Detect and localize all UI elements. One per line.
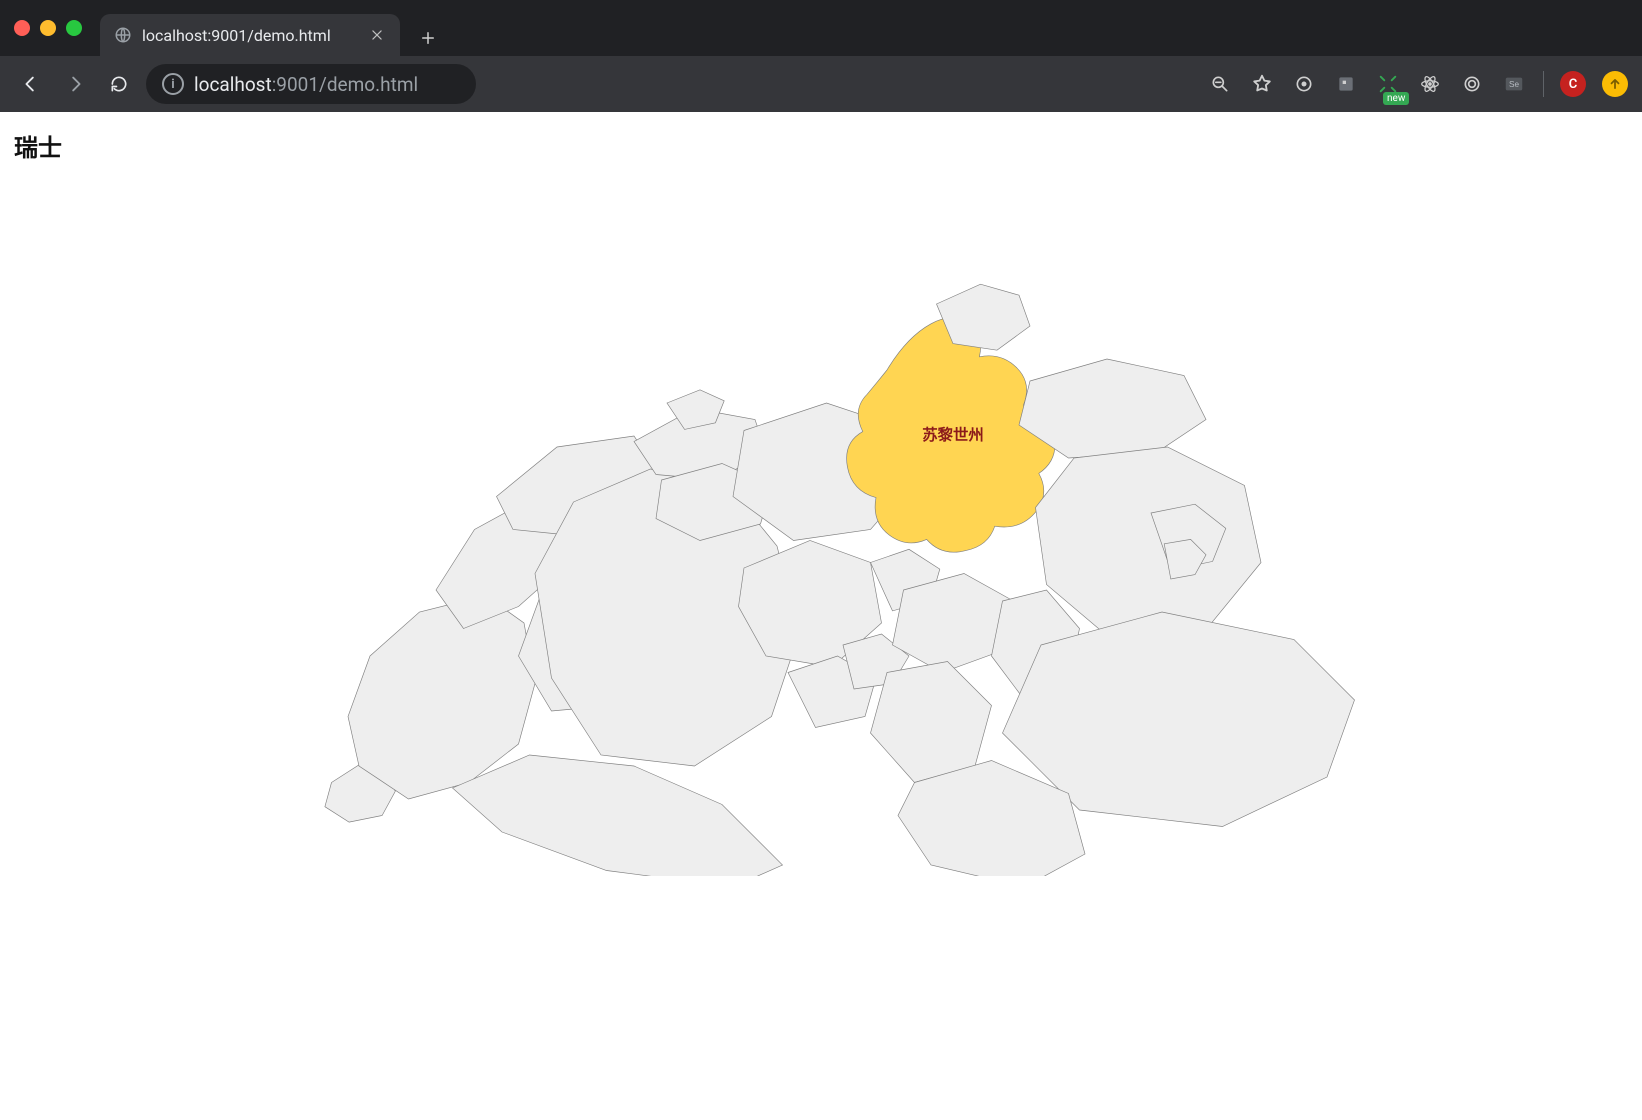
url-host: localhost [194,73,272,96]
window-maximize-button[interactable] [66,20,82,36]
extension-circle-icon[interactable] [1291,71,1317,97]
highlighted-canton-label: 苏黎世州 [922,425,984,444]
extension-target-icon[interactable] [1459,71,1485,97]
site-info-icon[interactable]: i [162,73,184,95]
canton-stgallen[interactable] [1036,447,1262,645]
nav-reload-button[interactable] [102,67,136,101]
url-path: :9001/demo.html [272,73,418,96]
globe-icon [114,26,132,44]
browser-chrome: localhost:9001/demo.html i localhost:900… [0,0,1642,112]
bookmark-star-icon[interactable] [1249,71,1275,97]
window-close-button[interactable] [14,20,30,36]
switzerland-map[interactable]: 苏黎世州 [271,172,1371,876]
window-minimize-button[interactable] [40,20,56,36]
new-tab-button[interactable] [410,20,446,56]
profile-avatar-letter: C [1569,77,1578,92]
window-controls [14,0,100,56]
address-bar[interactable]: i localhost:9001/demo.html [146,64,476,104]
map-container: 苏黎世州 [0,112,1642,1120]
extension-dev-icon[interactable]: new [1375,71,1401,97]
canton-thurgau[interactable] [1019,359,1206,458]
tab-strip: localhost:9001/demo.html [0,0,1642,56]
extension-new-badge: new [1383,92,1409,105]
tab-close-button[interactable] [368,26,386,44]
update-indicator-icon[interactable] [1602,71,1628,97]
address-bar-url: localhost:9001/demo.html [194,73,418,96]
zoom-icon[interactable] [1207,71,1233,97]
browser-toolbar: i localhost:9001/demo.html new [0,56,1642,112]
page-viewport: 瑞士 [0,112,1642,1120]
profile-avatar[interactable]: C [1560,71,1586,97]
extension-translate-icon[interactable] [1333,71,1359,97]
toolbar-actions: new Se C [1207,71,1628,97]
nav-forward-button[interactable] [58,67,92,101]
tab-title: localhost:9001/demo.html [142,26,358,45]
browser-tab[interactable]: localhost:9001/demo.html [100,14,400,56]
svg-text:Se: Se [1509,80,1520,89]
extension-react-icon[interactable] [1417,71,1443,97]
nav-back-button[interactable] [14,67,48,101]
extension-selenium-icon[interactable]: Se [1501,71,1527,97]
canton-uri[interactable] [871,662,992,783]
canton-valais[interactable] [453,755,783,876]
toolbar-separator [1543,71,1544,97]
